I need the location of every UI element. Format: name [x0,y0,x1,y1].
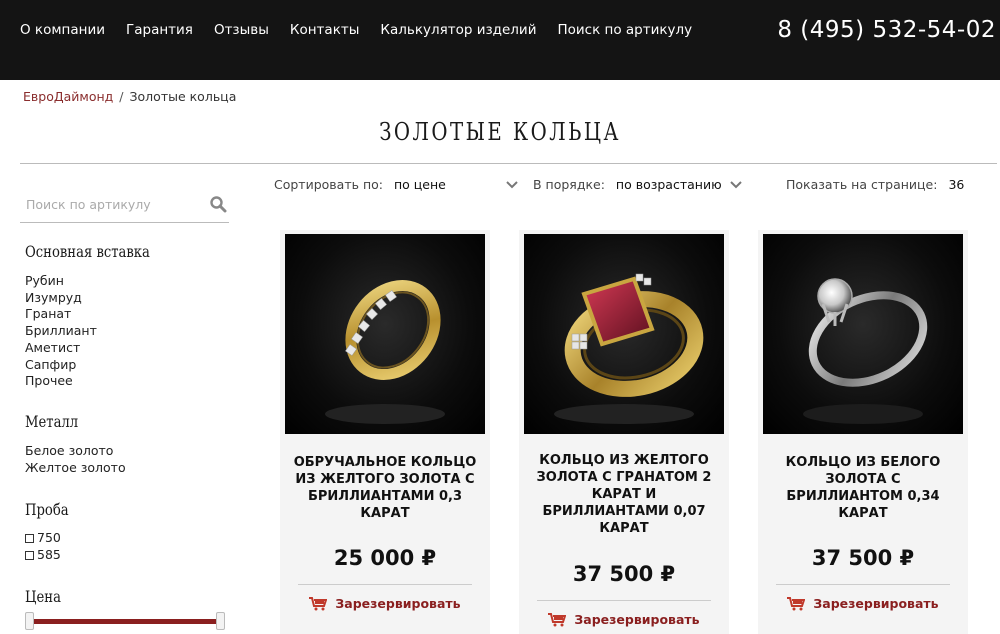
cart-icon [309,596,328,610]
filter-option-emerald[interactable]: Изумруд [25,290,97,307]
page-title: Золотые кольца [379,118,621,146]
sort-by-control[interactable]: Сортировать по: по цене [274,177,518,192]
ring-image [803,278,928,424]
nav-calculator[interactable]: Калькулятор изделий [380,22,536,38]
slider-handle-max[interactable] [216,612,225,630]
per-page-control[interactable]: Показать на странице: 36 [786,177,1000,192]
nav-contacts[interactable]: Контакты [290,22,359,38]
main-nav: О компании Гарантия Отзывы Контакты Каль… [20,22,692,38]
product-card[interactable]: Кольцо из желтого золота с гранатом 2 ка… [519,230,729,634]
phone-number[interactable]: 8 (495) 532-54-02 [777,17,996,43]
reserve-button[interactable]: Зарезервировать [519,612,729,627]
order-label: В порядке: [533,177,605,192]
filter-option-white-gold[interactable]: Белое золото [25,443,126,460]
product-card[interactable]: Обручальное кольцо из желтого золота с б… [280,230,490,634]
cart-icon [548,612,567,626]
card-divider [537,600,711,601]
filter-probe-750[interactable]: 750 [25,530,61,547]
top-header: О компании Гарантия Отзывы Контакты Каль… [0,0,1000,80]
slider-track [31,619,219,624]
order-value[interactable]: по возрастанию [616,177,722,192]
product-image[interactable] [524,234,724,434]
breadcrumb-home-link[interactable]: ЕвроДаймонд [23,89,113,104]
product-image[interactable] [285,234,485,434]
product-card[interactable]: Кольцо из белого золота с бриллиантом 0,… [758,230,968,634]
probe-585-label: 585 [37,546,61,562]
filter-metal-list: Белое золото Желтое золото [25,443,126,476]
reserve-label: Зарезервировать [813,596,939,611]
product-price: 37 500 ₽ [811,546,915,570]
reserve-button[interactable]: Зарезервировать [758,596,968,611]
breadcrumb: ЕвроДаймонд / Золотые кольца [23,89,236,104]
nav-about[interactable]: О компании [20,22,105,38]
breadcrumb-current: Золотые кольца [129,89,237,104]
card-divider [776,584,950,585]
product-image[interactable] [763,234,963,434]
sort-by-label: Сортировать по: [274,177,383,192]
nav-reviews[interactable]: Отзывы [214,22,269,38]
nav-warranty[interactable]: Гарантия [126,22,193,38]
nav-article-search[interactable]: Поиск по артикулу [557,22,692,38]
breadcrumb-separator: / [119,89,124,104]
product-price: 37 500 ₽ [572,562,676,586]
filter-probe-585[interactable]: 585 [25,547,61,564]
probe-750-label: 750 [37,530,61,545]
per-page-label: Показать на странице: [786,177,938,192]
filter-option-ruby[interactable]: Рубин [25,273,97,290]
checkbox[interactable] [25,550,34,560]
reserve-label: Зарезервировать [335,596,461,611]
filter-probe-heading: Проба [25,501,69,519]
chevron-down-icon[interactable] [506,180,518,189]
title-divider [20,163,997,164]
sort-by-value[interactable]: по цене [394,177,446,192]
filter-option-garnet[interactable]: Гранат [25,306,97,323]
chevron-down-icon[interactable] [729,180,742,189]
card-divider [298,584,472,585]
product-name[interactable]: Обручальное кольцо из желтого золота с б… [288,454,482,522]
filter-option-other[interactable]: Прочее [25,373,97,390]
filter-option-diamond[interactable]: Бриллиант [25,323,97,340]
order-control[interactable]: В порядке: по возрастанию [533,177,742,192]
filter-price-heading: Цена [25,588,61,606]
article-search-box [20,190,229,223]
reserve-button[interactable]: Зарезервировать [280,596,490,611]
article-search-input[interactable] [20,190,200,218]
ring-image [554,273,704,424]
product-price: 25 000 ₽ [333,546,437,570]
search-icon[interactable] [209,195,227,213]
filter-metal-heading: Металл [25,413,79,431]
filter-insert-list: Рубин Изумруд Гранат Бриллиант Аметист С… [25,273,97,390]
per-page-value[interactable]: 36 [948,177,964,192]
filter-option-sapphire[interactable]: Сапфир [25,357,97,374]
filter-option-amethyst[interactable]: Аметист [25,340,97,357]
cart-icon [787,596,806,610]
filter-probe-list: 750 585 [25,530,61,563]
product-name[interactable]: Кольцо из желтого золота с гранатом 2 ка… [527,452,721,537]
filter-option-yellow-gold[interactable]: Желтое золото [25,460,126,477]
product-name[interactable]: Кольцо из белого золота с бриллиантом 0,… [766,454,960,522]
checkbox[interactable] [25,533,34,543]
ring-image [325,280,445,424]
price-range-slider[interactable] [25,610,225,634]
slider-handle-min[interactable] [25,612,34,630]
filter-insert-heading: Основная вставка [25,243,150,261]
reserve-label: Зарезервировать [574,612,700,627]
